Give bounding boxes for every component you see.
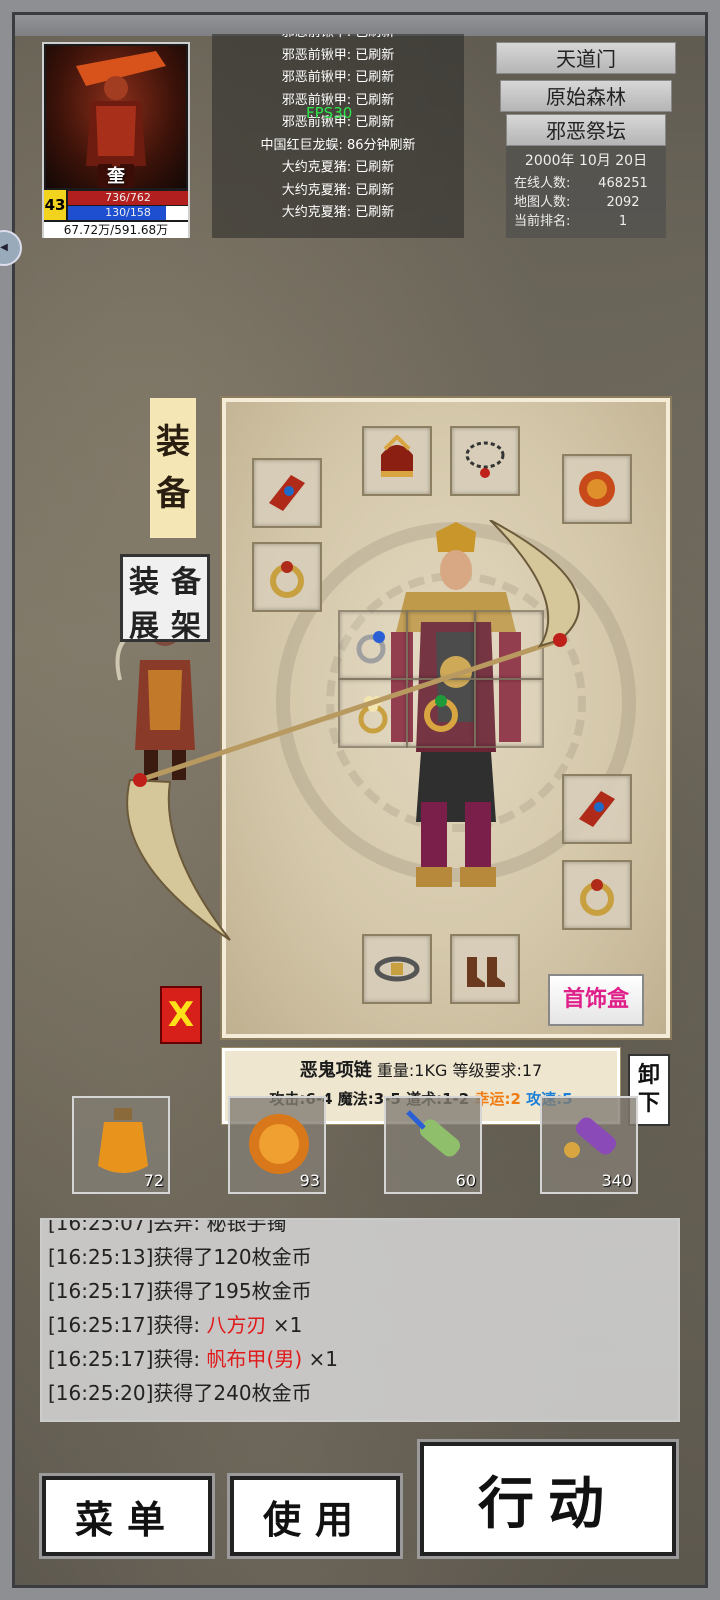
sun-water-icon <box>249 1114 309 1174</box>
boss-refresh-log: 邪恶前锹甲: 已刷新 邪恶前锹甲: 已刷新 邪恶前锹甲: 已刷新 邪恶前锹甲: … <box>212 34 464 238</box>
equipment-tab-char: 备 <box>156 474 190 514</box>
chat-row: [16:25:17]获得: 帆布甲(男) ×1 <box>48 1342 672 1376</box>
chat-row: [16:25:13]获得了120枚金币 <box>48 1245 312 1269</box>
belt-icon <box>374 956 420 982</box>
gold-amount: 67.72万/591.68万 <box>44 222 188 238</box>
chat-prefix: [16:25:17]获得: <box>48 1313 207 1337</box>
refresh-log-row: 大约克夏猪: 已刷新 <box>281 182 395 198</box>
refresh-log-row: 大约克夏猪: 已刷新 <box>281 205 395 220</box>
player-name: 奎 <box>107 166 125 187</box>
hp-potion-icon <box>98 1108 148 1173</box>
player-level: 43 <box>44 190 66 220</box>
chat-row: [16:25:20]获得了240枚金币 <box>48 1381 312 1405</box>
refresh-log-row: 中国红巨龙蜈: 86分钟刷新 <box>260 137 416 153</box>
unequip-char: 卸 <box>637 1063 660 1088</box>
shelf-char: 装 <box>129 565 159 600</box>
medal-slot[interactable] <box>562 454 632 524</box>
refresh-log-row: 邪恶前锹甲: 已刷新 <box>281 47 395 63</box>
item-level-req: 等级要求:17 <box>452 1061 543 1080</box>
ring-icon <box>270 561 304 598</box>
jewelry-box-button[interactable]: 首饰盒 <box>548 974 644 1026</box>
quick-slot-1[interactable]: 72 <box>72 1096 170 1194</box>
chat-loot-item: 八方刃 <box>206 1313 267 1337</box>
chat-row: [16:25:17]获得了195枚金币 <box>48 1279 312 1303</box>
quick-slot-count: 340 <box>601 1171 632 1190</box>
refresh-log-row: 大约克夏猪: 已刷新 <box>281 160 395 175</box>
item-weight: 重量:1KG <box>376 1061 448 1080</box>
quick-slot-2[interactable]: 93 <box>228 1096 326 1194</box>
helmet-slot[interactable] <box>362 426 432 496</box>
map-zone-tab[interactable]: 原始森林 <box>500 80 672 112</box>
map-region-tab[interactable]: 天道门 <box>496 42 676 74</box>
scroll-icon <box>406 1110 461 1157</box>
close-button[interactable]: X <box>160 986 202 1044</box>
necklace-slot[interactable] <box>450 426 520 496</box>
quick-slot-4[interactable]: 340 <box>540 1096 638 1194</box>
shelf-char: 架 <box>171 609 201 644</box>
chat-row: [16:25:07]丢弃: 秘银手镯 <box>48 1218 287 1235</box>
unequip-char: 下 <box>637 1091 660 1116</box>
item-name: 恶鬼项链 <box>299 1060 372 1081</box>
bag-slot-5[interactable] <box>406 678 476 748</box>
mp-bar-text: 130/158 <box>105 206 151 219</box>
online-value: 468251 <box>598 176 648 191</box>
use-button[interactable]: 使用 <box>230 1476 400 1556</box>
pearl-ring-icon <box>358 696 388 734</box>
medal-icon <box>579 471 615 507</box>
helmet-icon <box>381 435 413 477</box>
bracer-left-slot[interactable] <box>252 458 322 528</box>
bracer-right-slot[interactable] <box>562 774 632 844</box>
bag-slot-4[interactable] <box>338 678 408 748</box>
bundle-icon <box>564 1117 617 1158</box>
chat-suffix: ×1 <box>302 1347 338 1371</box>
menu-button[interactable]: 菜单 <box>42 1476 212 1556</box>
rank-label: 当前排名: <box>514 214 571 229</box>
map-area-tab[interactable]: 邪恶祭坛 <box>506 114 666 146</box>
bag-slot-3[interactable] <box>474 610 544 680</box>
refresh-log-row: 邪恶前锹甲: 已刷新 <box>281 70 395 85</box>
bracer-icon <box>269 475 305 511</box>
gold-ring-icon <box>424 695 458 732</box>
action-button[interactable]: 行动 <box>420 1442 676 1556</box>
online-label: 在线人数: <box>514 176 571 191</box>
bracer-icon <box>579 791 615 827</box>
equipment-shelf-button[interactable]: 装 备 展 架 <box>120 554 210 644</box>
hp-bar: 736/762 <box>68 191 188 205</box>
necklace-icon <box>465 441 505 478</box>
quick-slot-count: 72 <box>143 1171 164 1190</box>
fps-counter: FPS30 <box>306 104 353 122</box>
shelf-char: 展 <box>129 609 159 644</box>
refresh-log-row: 邪恶前锹甲: 已刷新 <box>212 34 464 45</box>
ring-icon <box>580 879 614 916</box>
system-message-log[interactable]: [16:25:07]丢弃: 秘银手镯 [16:25:13]获得了120枚金币 [… <box>40 1218 680 1422</box>
ring-left-slot[interactable] <box>252 542 322 612</box>
server-info-box: 2000年 10月 20日 在线人数: 468251 地图人数: 2092 当前排名… <box>506 146 666 238</box>
belt-slot[interactable] <box>362 934 432 1004</box>
ring-right-slot[interactable] <box>562 860 632 930</box>
game-date: 2000年 10月 20日 <box>524 153 648 169</box>
bag-slot-6[interactable] <box>474 678 544 748</box>
bag-slot-2[interactable] <box>406 610 476 680</box>
shelf-char: 备 <box>171 565 201 600</box>
blue-ring-icon <box>356 631 386 664</box>
chat-row: [16:25:17]获得: 八方刃 ×1 <box>48 1308 672 1342</box>
quick-slot-count: 93 <box>299 1171 320 1190</box>
boots-slot[interactable] <box>450 934 520 1004</box>
boots-icon <box>467 957 505 987</box>
chat-prefix: [16:25:17]获得: <box>48 1347 207 1371</box>
quick-slot-count: 60 <box>455 1171 476 1190</box>
player-portrait-card[interactable]: 奎 43 736/762 130/158 67.72万/591.68万 <box>42 42 190 238</box>
map-people-value: 2092 <box>606 195 640 210</box>
equipment-panel: 首饰盒 <box>220 396 672 1040</box>
mp-bar: 130/158 <box>68 206 188 220</box>
chat-loot-item: 帆布甲(男) <box>206 1347 303 1371</box>
quick-slot-3[interactable]: 60 <box>384 1096 482 1194</box>
map-people-label: 地图人数: <box>514 195 571 210</box>
equipment-tab-char: 装 <box>156 422 190 462</box>
rank-value: 1 <box>618 214 628 229</box>
bag-slot-1[interactable] <box>338 610 408 680</box>
top-frame-bar <box>0 0 720 36</box>
chat-suffix: ×1 <box>266 1313 303 1337</box>
equipment-tab[interactable]: 装 备 <box>150 398 196 538</box>
